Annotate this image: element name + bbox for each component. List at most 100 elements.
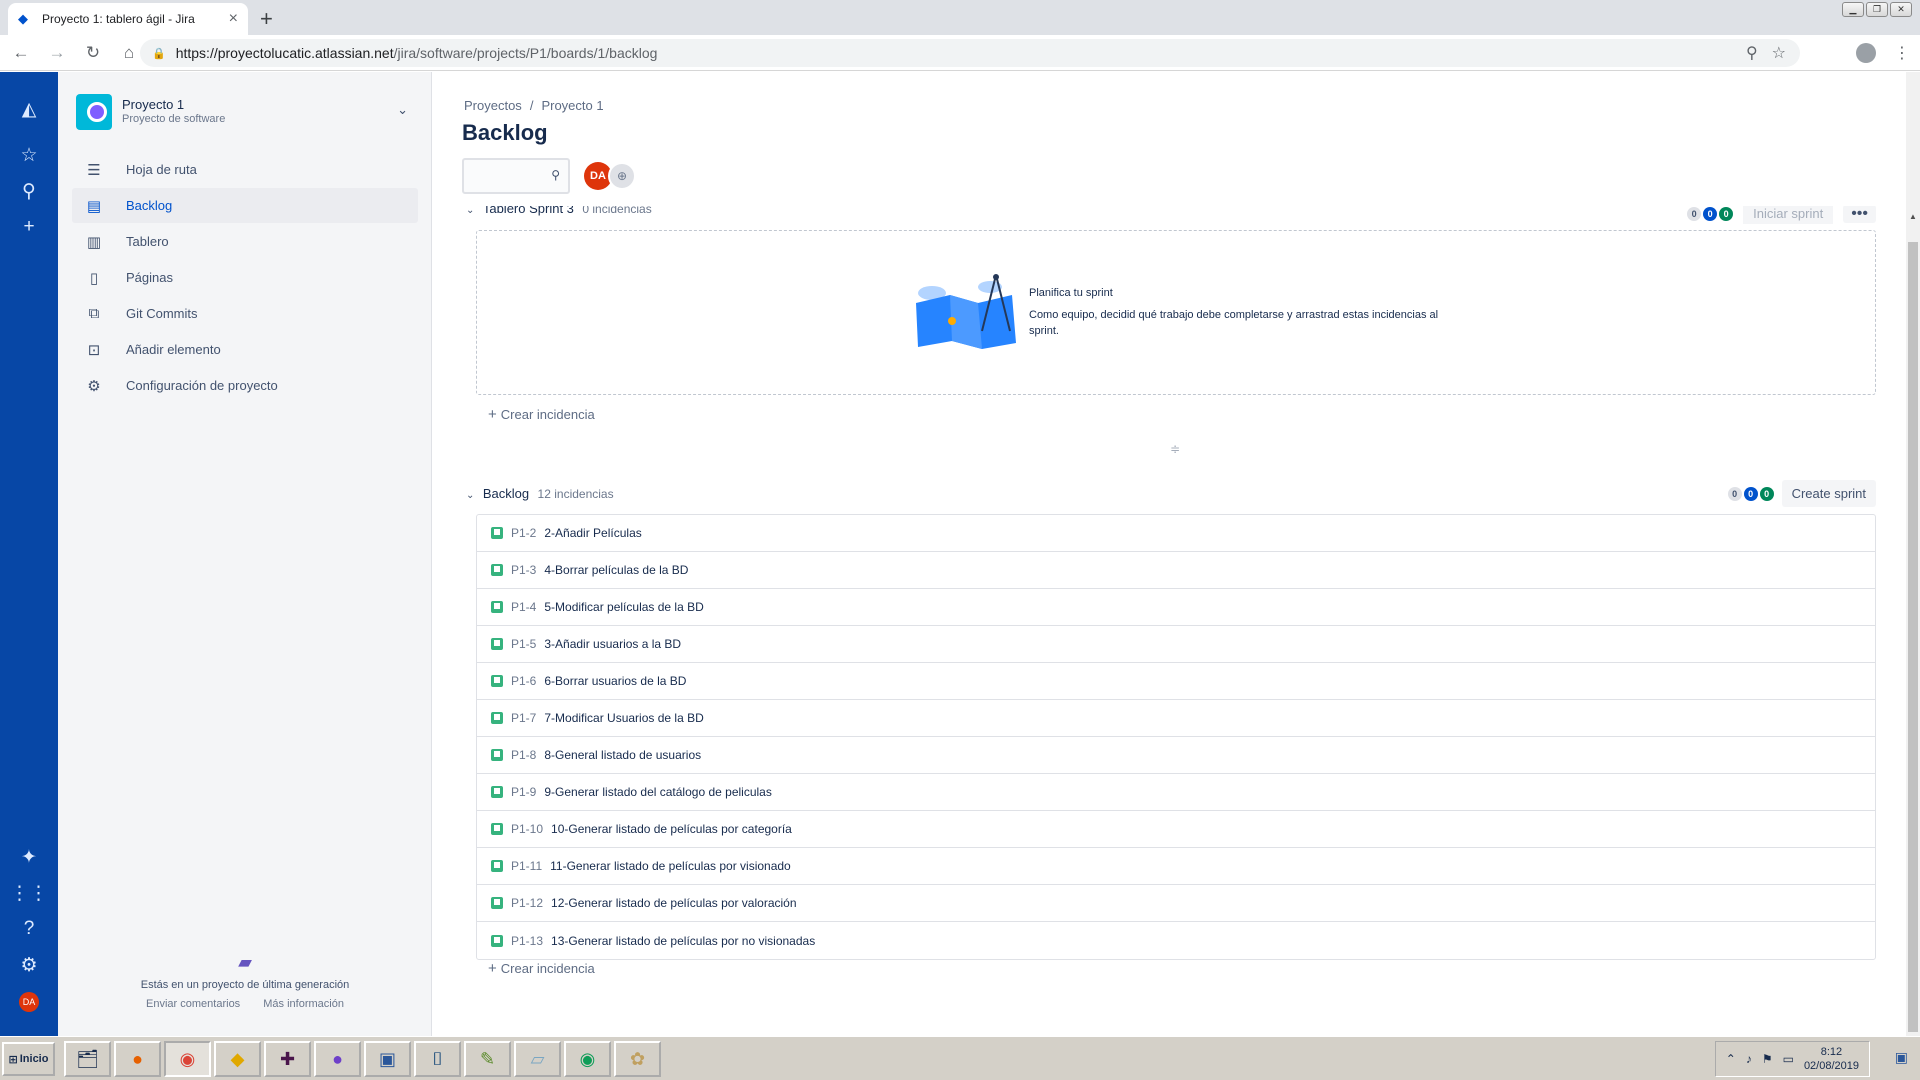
- table-row[interactable]: P1-10 10-Generar listado de películas por…: [477, 811, 1875, 848]
- table-row[interactable]: P1-2 2-Añadir Películas: [477, 515, 1875, 552]
- restore-icon[interactable]: ❐: [1866, 2, 1888, 17]
- bookmark-star-icon[interactable]: ☆: [1772, 43, 1786, 63]
- breadcrumb-projects[interactable]: Proyectos: [464, 98, 522, 113]
- table-row[interactable]: P1-9 9-Generar listado del catálogo de pe…: [477, 774, 1875, 811]
- sidebar-item-settings[interactable]: ⚙ Configuración de proyecto: [72, 368, 418, 403]
- issue-key[interactable]: P1-3: [511, 563, 536, 577]
- table-row[interactable]: P1-13 13-Generar listado de películas por…: [477, 922, 1875, 959]
- show-desktop-icon[interactable]: ▣: [1895, 1049, 1908, 1066]
- issue-key[interactable]: P1-4: [511, 600, 536, 614]
- table-row[interactable]: P1-5 3-Añadir usuarios a la BD: [477, 626, 1875, 663]
- sidebar-item-backlog[interactable]: ▤ Backlog: [72, 188, 418, 223]
- backlog-create-issue-button[interactable]: + Crear incidencia: [488, 960, 595, 977]
- issue-key[interactable]: P1-5: [511, 637, 536, 651]
- github-desktop-icon[interactable]: ●: [314, 1041, 361, 1077]
- issue-key[interactable]: P1-13: [511, 934, 543, 948]
- tray-expand-icon[interactable]: ⌃: [1726, 1052, 1736, 1066]
- create-icon[interactable]: +: [0, 216, 58, 238]
- chrome-icon[interactable]: ◉: [164, 1041, 211, 1077]
- browser-tab[interactable]: ◆ Proyecto 1: tablero ágil - Jira ×: [8, 3, 248, 35]
- help-icon[interactable]: ?: [0, 918, 58, 940]
- sidebar-item-pages[interactable]: ▯ Páginas: [72, 260, 418, 295]
- profile-icon[interactable]: [1856, 43, 1876, 63]
- git-kraken-icon[interactable]: ◆: [214, 1041, 261, 1077]
- project-menu: ☰ Hoja de ruta ▤ Backlog ▥ Tablero ▯ Pág…: [72, 152, 418, 404]
- drag-handle-icon[interactable]: ≑: [1170, 442, 1180, 456]
- close-tab-icon[interactable]: ×: [229, 10, 238, 28]
- table-row[interactable]: P1-6 6-Borrar usuarios de la BD: [477, 663, 1875, 700]
- volume-icon[interactable]: ♪: [1746, 1052, 1752, 1066]
- sidebar-item-board[interactable]: ▥ Tablero: [72, 224, 418, 259]
- paint-icon[interactable]: ✿: [614, 1041, 661, 1077]
- table-row[interactable]: P1-11 11-Generar listado de películas por…: [477, 848, 1875, 885]
- system-clock[interactable]: 8:12 02/08/2019: [1804, 1045, 1859, 1073]
- start-sprint-button[interactable]: Iniciar sprint: [1743, 206, 1834, 224]
- sidebar-item-roadmap[interactable]: ☰ Hoja de ruta: [72, 152, 418, 187]
- issue-key[interactable]: P1-12: [511, 896, 543, 910]
- minimize-icon[interactable]: ▁: [1842, 2, 1864, 17]
- feedback-link[interactable]: Enviar comentarios: [146, 998, 240, 1010]
- firefox-icon[interactable]: ●: [114, 1041, 161, 1077]
- chevron-down-icon[interactable]: ⌄: [466, 206, 474, 216]
- more-actions-icon[interactable]: •••: [1843, 206, 1876, 223]
- table-row[interactable]: P1-3 4-Borrar películas de la BD: [477, 552, 1875, 589]
- table-row[interactable]: P1-8 8-General listado de usuarios: [477, 737, 1875, 774]
- scroll-up-icon[interactable]: ▲: [1906, 212, 1920, 226]
- sidebar-item-git-commits[interactable]: ⧉ Git Commits: [72, 296, 418, 331]
- sprint-empty-dropzone[interactable]: Planifica tu sprint Como equipo, decidid…: [476, 230, 1876, 395]
- notepad-icon[interactable]: ✎: [464, 1041, 511, 1077]
- learn-more-link[interactable]: Más información: [263, 998, 344, 1010]
- forward-icon[interactable]: →: [42, 43, 72, 63]
- image-viewer-icon[interactable]: ▣: [364, 1041, 411, 1077]
- issue-key[interactable]: P1-10: [511, 822, 543, 836]
- table-row[interactable]: P1-12 12-Generar listado de películas por…: [477, 885, 1875, 922]
- slack-icon[interactable]: ✚: [264, 1041, 311, 1077]
- page-scrollbar[interactable]: ▲: [1906, 72, 1920, 1036]
- issue-key[interactable]: P1-9: [511, 785, 536, 799]
- table-row[interactable]: P1-7 7-Modificar Usuarios de la BD: [477, 700, 1875, 737]
- add-people-icon[interactable]: ⊕: [608, 162, 636, 190]
- file-explorer-icon[interactable]: 🗂: [64, 1041, 111, 1077]
- settings-icon[interactable]: ⚙: [0, 954, 58, 977]
- sprint-create-issue-button[interactable]: + Crear incidencia: [488, 406, 595, 423]
- chevron-down-icon[interactable]: ⌄: [466, 490, 474, 501]
- notifications-icon[interactable]: ✦: [0, 846, 58, 869]
- close-window-icon[interactable]: ✕: [1890, 2, 1912, 17]
- user-avatar[interactable]: DA: [19, 992, 39, 1012]
- done-count-badge: 0: [1759, 486, 1774, 501]
- issue-key[interactable]: P1-8: [511, 748, 536, 762]
- jira-logo-icon[interactable]: ◭: [0, 98, 58, 121]
- search-input[interactable]: ⚲: [462, 158, 570, 194]
- chevron-down-icon[interactable]: ⌄: [397, 102, 408, 118]
- breadcrumb-project[interactable]: Proyecto 1: [541, 98, 603, 113]
- project-switcher[interactable]: Proyecto 1 Proyecto de software ⌄: [76, 94, 416, 130]
- address-bar[interactable]: 🔒 https://proyectolucatic.atlassian.net /…: [140, 39, 1800, 67]
- url-host: https://proyectolucatic.atlassian.net: [175, 45, 394, 61]
- backlog-title[interactable]: Backlog: [483, 486, 529, 501]
- bracket-editor-icon[interactable]: ⌷: [414, 1041, 461, 1077]
- create-issue-label: Crear incidencia: [500, 961, 595, 976]
- eraser-icon[interactable]: ▱: [514, 1041, 561, 1077]
- search-icon[interactable]: ⚲: [0, 180, 58, 203]
- create-sprint-button[interactable]: Create sprint: [1781, 480, 1876, 507]
- sidebar-item-add-item[interactable]: ⊡ Añadir elemento: [72, 332, 418, 367]
- reload-icon[interactable]: ↻: [78, 43, 108, 63]
- issue-key[interactable]: P1-7: [511, 711, 536, 725]
- back-icon[interactable]: ←: [6, 43, 36, 63]
- flag-icon[interactable]: ⚑: [1762, 1052, 1773, 1066]
- app-switcher-icon[interactable]: ⋮⋮: [0, 882, 58, 905]
- project-type: Proyecto de software: [122, 113, 226, 125]
- network-icon[interactable]: ▭: [1783, 1052, 1794, 1066]
- table-row[interactable]: P1-4 5-Modificar películas de la BD: [477, 589, 1875, 626]
- issue-key[interactable]: P1-6: [511, 674, 536, 688]
- start-button[interactable]: ⊞ Inicio: [2, 1042, 55, 1076]
- issue-key[interactable]: P1-2: [511, 526, 536, 540]
- new-tab-icon[interactable]: +: [260, 6, 273, 32]
- sprint-title[interactable]: Tablero Sprint 3: [483, 206, 574, 216]
- star-icon[interactable]: ☆: [0, 144, 58, 167]
- scroll-thumb[interactable]: [1908, 242, 1918, 1032]
- issue-key[interactable]: P1-11: [511, 859, 542, 873]
- zoom-icon[interactable]: ⚲: [1746, 43, 1758, 63]
- chrome-icon[interactable]: ◉: [564, 1041, 611, 1077]
- browser-menu-icon[interactable]: ⋮: [1894, 43, 1910, 63]
